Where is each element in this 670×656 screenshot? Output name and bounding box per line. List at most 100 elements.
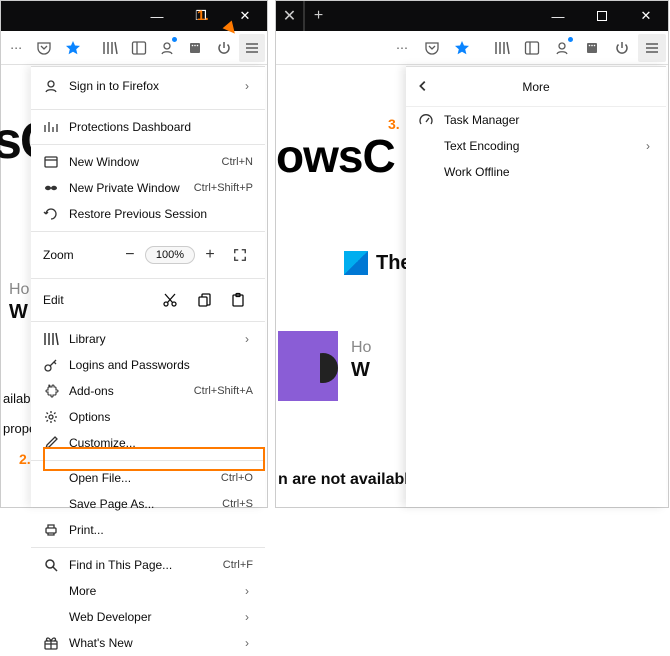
menu-separator	[31, 278, 265, 279]
menu-save-as[interactable]: Save Page As... Ctrl+S	[31, 491, 265, 517]
dashboard-icon	[43, 119, 59, 135]
menu-protections[interactable]: Protections Dashboard	[31, 114, 265, 140]
mask-icon	[43, 180, 59, 196]
menu-label: Print...	[69, 523, 253, 537]
close-window-button[interactable]: ✕	[624, 1, 668, 31]
paste-button[interactable]	[221, 286, 255, 314]
firefox-window-left: — ❐ ✕ ⋯ sC Ho W ailabl prope Sign in to …	[0, 0, 268, 508]
zoom-in-button[interactable]: +	[195, 241, 225, 269]
account-icon	[43, 78, 59, 94]
menu-label: Add-ons	[69, 384, 184, 398]
icon-spacer	[43, 583, 59, 599]
menu-more[interactable]: More ›	[31, 578, 265, 604]
menu-sign-in[interactable]: Sign in to Firefox ›	[31, 67, 265, 105]
power-icon[interactable]	[608, 34, 636, 62]
menu-label: Logins and Passwords	[69, 358, 253, 372]
chevron-right-icon: ›	[241, 637, 253, 649]
ellipsis-icon[interactable]: ⋯	[3, 34, 29, 62]
more-submenu-panel: More Task Manager Text Encoding › Work O…	[406, 66, 666, 507]
menu-label: More	[69, 584, 231, 598]
menu-label: Library	[69, 332, 231, 346]
page-bg-text: Ho	[351, 339, 371, 357]
fullscreen-button[interactable]	[225, 241, 255, 269]
menu-new-private[interactable]: New Private Window Ctrl+Shift+P	[31, 175, 265, 201]
menu-shortcut: Ctrl+N	[222, 156, 253, 168]
menu-find[interactable]: Find in This Page... Ctrl+F	[31, 552, 265, 578]
chevron-right-icon: ›	[241, 333, 253, 345]
chevron-right-icon: ›	[642, 140, 654, 152]
menu-label: Sign in to Firefox	[69, 79, 231, 93]
browser-toolbar: ⋯	[1, 31, 267, 65]
extension-icon[interactable]	[578, 34, 606, 62]
page-bg-text: owsC	[276, 129, 395, 183]
menu-customize[interactable]: Customize...	[31, 430, 265, 456]
app-menu-button[interactable]	[638, 34, 666, 62]
puzzle-icon	[43, 383, 59, 399]
firefox-window-right: ✕ + — ✕ ⋯ owsC TheWindowsClub Ho W n are…	[275, 0, 669, 508]
bookmark-star-icon[interactable]	[60, 34, 86, 62]
menu-label: Work Offline	[444, 165, 654, 179]
menu-label: What's New	[69, 636, 231, 650]
gift-icon	[43, 635, 59, 651]
submenu-text-encoding[interactable]: Text Encoding ›	[406, 133, 666, 159]
library-icon	[43, 331, 59, 347]
menu-print[interactable]: Print...	[31, 517, 265, 543]
back-button[interactable]	[416, 79, 430, 96]
annotation-marker-1: 1.	[197, 7, 209, 23]
twc-logo-icon	[344, 251, 368, 275]
menu-options[interactable]: Options	[31, 404, 265, 430]
menu-shortcut: Ctrl+S	[222, 498, 253, 510]
pocket-icon[interactable]	[31, 34, 57, 62]
minimize-button[interactable]: —	[135, 1, 179, 31]
extension-icon[interactable]	[182, 34, 208, 62]
menu-shortcut: Ctrl+O	[221, 472, 253, 484]
new-tab-button[interactable]: +	[304, 1, 332, 31]
cut-button[interactable]	[153, 286, 187, 314]
icon-spacer	[418, 164, 434, 180]
sidebar-icon[interactable]	[126, 34, 152, 62]
menu-logins[interactable]: Logins and Passwords	[31, 352, 265, 378]
chevron-right-icon: ›	[241, 611, 253, 623]
power-icon[interactable]	[210, 34, 236, 62]
menu-separator	[31, 231, 265, 232]
menu-whats-new[interactable]: What's New ›	[31, 630, 265, 656]
edit-label: Edit	[41, 293, 153, 307]
account-icon[interactable]	[154, 34, 180, 62]
minimize-button[interactable]: —	[536, 1, 580, 31]
menu-web-developer[interactable]: Web Developer ›	[31, 604, 265, 630]
page-bg-graphic	[278, 331, 338, 401]
icon-spacer	[418, 138, 434, 154]
bookmark-star-icon[interactable]	[448, 34, 476, 62]
restore-icon	[43, 206, 59, 222]
zoom-percent[interactable]: 100%	[145, 246, 195, 264]
menu-label: Options	[69, 410, 253, 424]
menu-open-file[interactable]: Open File... Ctrl+O	[31, 465, 265, 491]
menu-new-window[interactable]: New Window Ctrl+N	[31, 149, 265, 175]
menu-separator	[31, 109, 265, 110]
submenu-work-offline[interactable]: Work Offline	[406, 159, 666, 185]
icon-spacer	[43, 609, 59, 625]
app-menu-button[interactable]	[239, 34, 265, 62]
menu-zoom-row: Zoom − 100% +	[31, 236, 265, 274]
ellipsis-icon[interactable]: ⋯	[388, 34, 416, 62]
zoom-out-button[interactable]: −	[115, 241, 145, 269]
library-icon[interactable]	[488, 34, 516, 62]
app-menu-panel: Sign in to Firefox › Protections Dashboa…	[31, 66, 265, 507]
sidebar-icon[interactable]	[518, 34, 546, 62]
tab-close-button[interactable]: ✕	[276, 1, 304, 31]
menu-restore-session[interactable]: Restore Previous Session	[31, 201, 265, 227]
pocket-icon[interactable]	[418, 34, 446, 62]
chevron-right-icon: ›	[241, 80, 253, 92]
menu-edit-row: Edit	[31, 283, 265, 317]
submenu-task-manager[interactable]: Task Manager	[406, 107, 666, 133]
menu-library[interactable]: Library ›	[31, 326, 265, 352]
library-icon[interactable]	[97, 34, 123, 62]
menu-addons[interactable]: Add-ons Ctrl+Shift+A	[31, 378, 265, 404]
zoom-label: Zoom	[41, 248, 115, 262]
menu-shortcut: Ctrl+Shift+P	[194, 182, 253, 194]
page-bg-text: ailabl	[3, 391, 33, 406]
copy-button[interactable]	[187, 286, 221, 314]
menu-label: New Private Window	[69, 181, 184, 195]
restore-button[interactable]	[580, 1, 624, 31]
account-icon[interactable]	[548, 34, 576, 62]
